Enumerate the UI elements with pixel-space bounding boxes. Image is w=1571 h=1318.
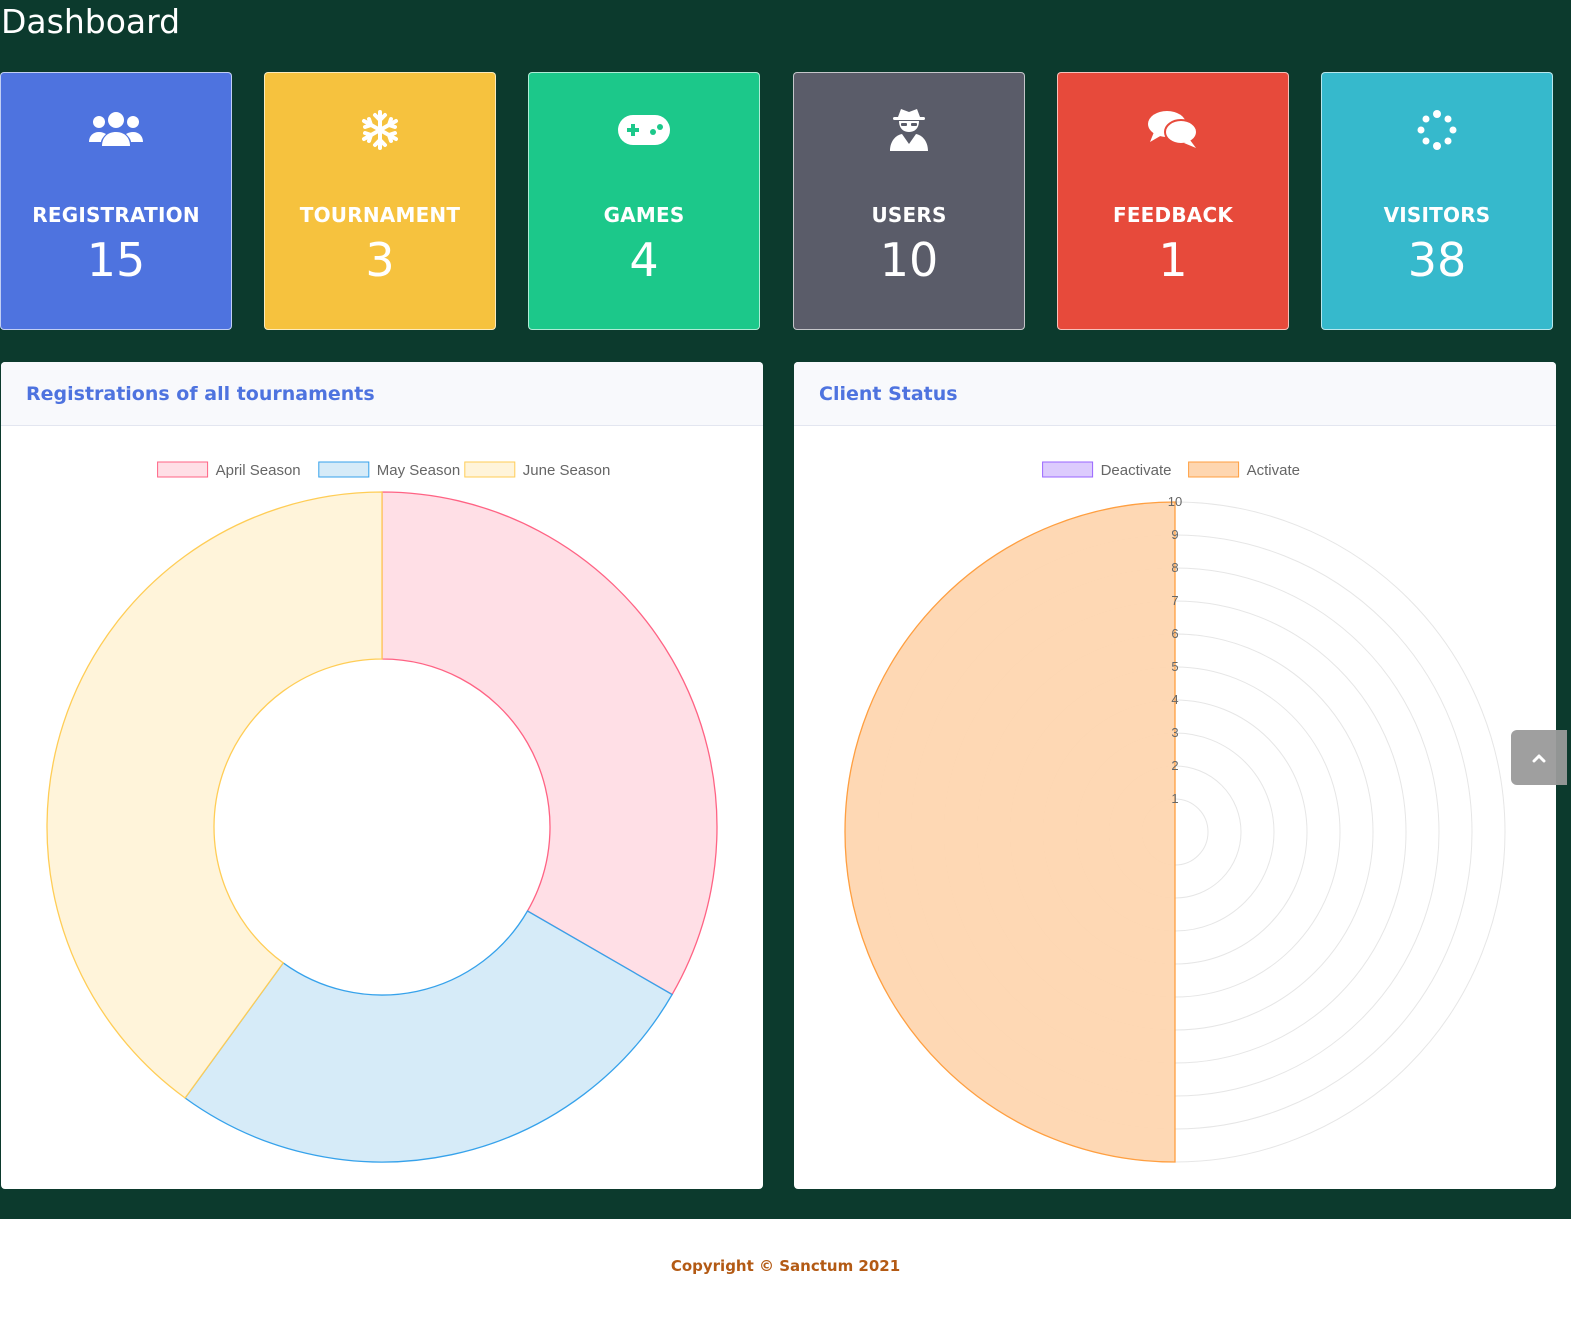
legend-swatch[interactable] [464,461,516,478]
stat-label: REGISTRATION [32,203,200,227]
comments-icon [1058,105,1288,155]
page-title: Dashboard [1,2,181,41]
legend-label[interactable]: Deactivate [1101,462,1172,479]
radial-tick-label: 3 [1171,725,1178,740]
radial-tick-label: 4 [1171,692,1178,707]
radial-tick-label: 7 [1171,593,1178,608]
stat-value: 1 [1158,233,1188,287]
stat-label: VISITORS [1383,203,1491,227]
legend-label[interactable]: May Season [377,462,460,479]
legend-swatch[interactable] [318,461,370,478]
radial-tick-label: 8 [1171,560,1178,575]
copyright-text: Copyright © Sanctum 2021 [670,1257,901,1275]
legend-label[interactable]: June Season [523,462,611,479]
chevron-up-icon [1532,754,1546,762]
stat-value: 4 [629,233,659,287]
radial-tick-label: 2 [1171,758,1178,773]
radial-tick-label: 5 [1171,659,1178,674]
legend-swatch[interactable] [157,461,209,478]
spinner-icon [1322,105,1552,155]
client-status-panel: Client Status Deactivate Activate 1 2 3 4 5 6 7 8… [794,362,1556,1189]
user-secret-icon [794,105,1024,155]
footer: Copyright © Sanctum 2021 [0,1219,1571,1318]
stat-card-games[interactable]: GAMES 4 [528,72,760,330]
stat-label: FEEDBACK [1112,203,1234,227]
stat-card-tournament[interactable]: TOURNAMENT 3 [264,72,496,330]
stat-value: 15 [86,233,146,287]
panel-title: Client Status [794,362,1556,426]
panel-title: Registrations of all tournaments [1,362,763,426]
registrations-doughnut-chart: April Season May Season June Season [46,461,718,1163]
stat-value: 10 [879,233,939,287]
legend-label[interactable]: Activate [1247,462,1300,479]
radial-tick-label: 10 [1168,494,1182,509]
stat-label: GAMES [603,203,685,227]
radial-tick-label: 1 [1171,791,1178,806]
radial-tick-label: 6 [1171,626,1178,641]
legend-swatch[interactable] [1188,461,1240,478]
stat-card-registration[interactable]: REGISTRATION 15 [0,72,232,330]
stat-value: 38 [1407,233,1467,287]
gamepad-icon [529,105,759,155]
snowflake-icon [265,105,495,155]
registrations-panel: Registrations of all tournaments April S… [1,362,763,1189]
polar-segment[interactable] [844,501,1176,1163]
stat-value: 3 [365,233,395,287]
legend-label[interactable]: April Season [216,462,301,479]
scroll-to-top-button[interactable] [1511,730,1567,785]
legend-swatch[interactable] [1042,461,1094,478]
stat-card-feedback[interactable]: FEEDBACK 1 [1057,72,1289,330]
stat-label: TOURNAMENT [299,203,461,227]
client-status-polar-chart: Deactivate Activate 1 2 3 4 5 6 7 8 9 10 [844,461,1506,1163]
stat-label: USERS [871,203,947,227]
stat-card-users[interactable]: USERS 10 [793,72,1025,330]
users-icon [1,105,231,155]
stat-card-visitors[interactable]: VISITORS 38 [1321,72,1553,330]
doughnut-slice[interactable] [381,491,718,996]
radial-tick-label: 9 [1171,527,1178,542]
